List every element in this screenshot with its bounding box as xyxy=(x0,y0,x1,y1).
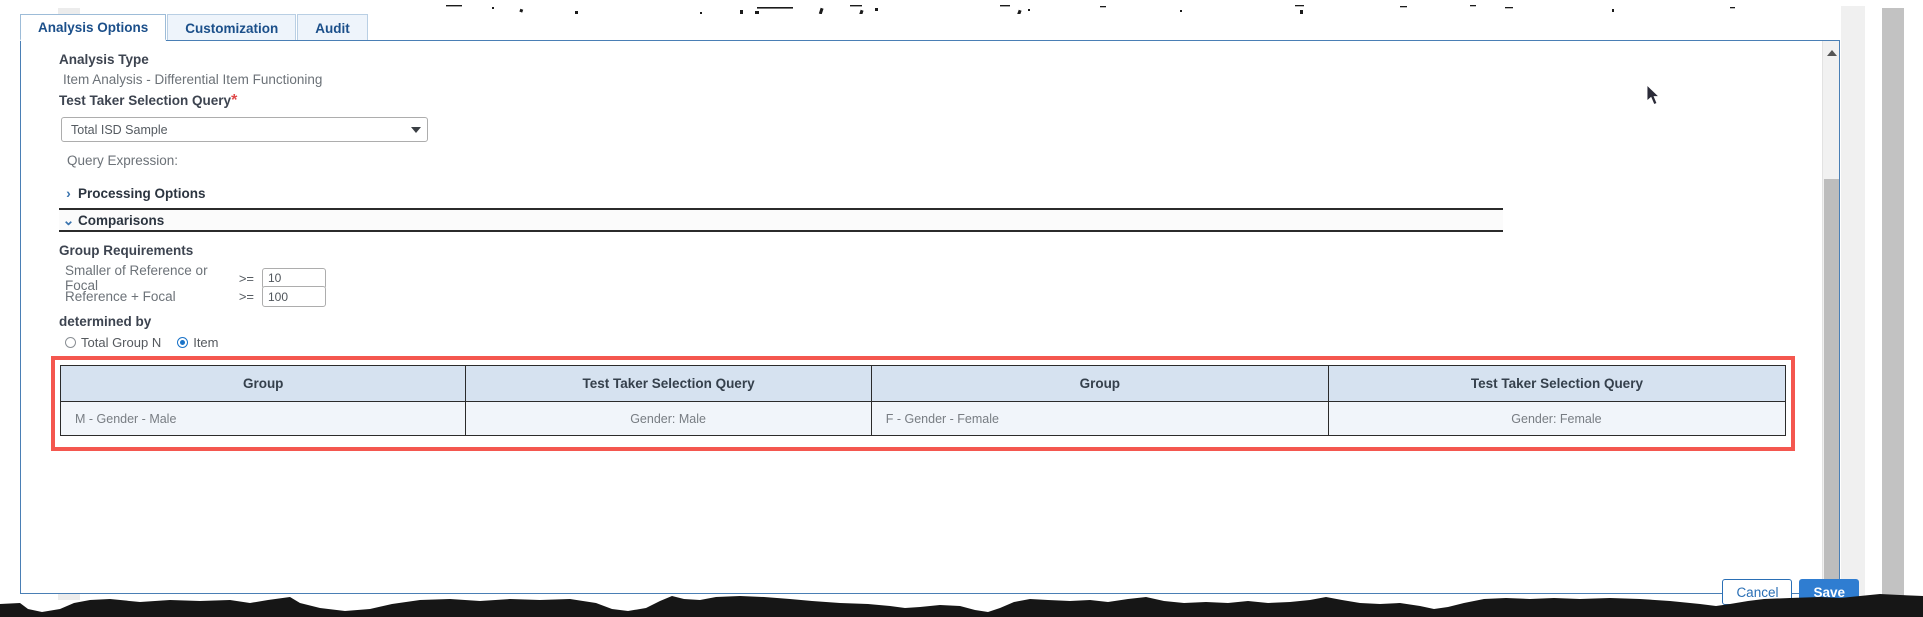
cell-query-reference: Gender: Male xyxy=(465,401,872,436)
col-header-query-focal[interactable]: Test Taker Selection Query xyxy=(1327,365,1787,402)
determined-by-label: determined by xyxy=(59,314,152,329)
tab-strip: Analysis Options Customization Audit xyxy=(20,13,369,41)
outer-scrollbar-thumb[interactable] xyxy=(1882,8,1904,600)
ttsq-label: Test Taker Selection Query xyxy=(59,93,232,108)
scrollbar-thumb[interactable] xyxy=(1824,179,1839,594)
required-asterisk: * xyxy=(231,92,238,109)
cancel-button[interactable]: Cancel xyxy=(1722,579,1793,605)
form-content: Analysis Type Item Analysis - Differenti… xyxy=(21,41,1822,593)
outer-scrollbar-track[interactable] xyxy=(1841,6,1865,602)
tab-customization-label: Customization xyxy=(185,20,279,36)
requirement-label: Reference + Focal xyxy=(65,289,176,304)
app-root: Analysis Options Customization Audit Ana… xyxy=(0,0,1923,617)
analysis-type-heading: Analysis Type xyxy=(59,52,149,67)
col-header-query-reference[interactable]: Test Taker Selection Query xyxy=(465,365,872,402)
panel-scroll-body: Analysis Type Item Analysis - Differenti… xyxy=(21,41,1822,593)
determined-by-radio-group: Total Group N Item xyxy=(65,335,235,350)
analysis-type-value: Item Analysis - Differential Item Functi… xyxy=(63,72,323,87)
chevron-down-icon xyxy=(405,126,427,133)
comparisons-table-body: M - Gender - Male Gender: Male F - Gende… xyxy=(59,401,1787,436)
chevron-down-icon: ⌄ xyxy=(62,211,75,228)
save-button-label: Save xyxy=(1813,584,1845,600)
query-expression-label: Query Expression: xyxy=(67,153,179,168)
top-edge-artifacts xyxy=(446,5,1735,14)
accordion-processing-options-label: Processing Options xyxy=(78,185,206,201)
accordion-comparisons[interactable]: ⌄ Comparisons xyxy=(59,208,1503,232)
table-header-row: Group Test Taker Selection Query Group T… xyxy=(59,365,1787,402)
requirement-operator: >= xyxy=(238,270,254,286)
tab-audit-label: Audit xyxy=(315,20,350,36)
reference-plus-focal-input[interactable] xyxy=(262,286,326,307)
cancel-button-label: Cancel xyxy=(1736,584,1779,600)
tab-analysis-options[interactable]: Analysis Options xyxy=(20,14,167,41)
comparisons-table-highlight: Group Test Taker Selection Query Group T… xyxy=(51,356,1795,451)
radio-selected-icon xyxy=(177,337,189,348)
comparisons-table: Group Test Taker Selection Query Group T… xyxy=(59,365,1787,436)
panel-vertical-scrollbar[interactable] xyxy=(1822,41,1840,594)
chevron-right-icon: › xyxy=(66,185,71,201)
ttsq-select[interactable]: Total ISD Sample xyxy=(61,117,428,142)
comparisons-table-head: Group Test Taker Selection Query Group T… xyxy=(59,365,1787,402)
col-header-group-reference[interactable]: Group xyxy=(59,365,467,402)
radio-item[interactable]: Item xyxy=(177,335,219,350)
accordion-processing-options[interactable]: › Processing Options xyxy=(59,182,1503,204)
radio-total-group-n[interactable]: Total Group N xyxy=(65,335,161,350)
tab-audit[interactable]: Audit xyxy=(297,14,368,41)
analysis-options-panel: Analysis Type Item Analysis - Differenti… xyxy=(20,40,1840,594)
cell-query-focal: Gender: Female xyxy=(1327,401,1787,436)
triangle-up-icon[interactable] xyxy=(1823,46,1840,60)
radio-icon xyxy=(65,337,76,348)
group-requirements-heading: Group Requirements xyxy=(59,243,194,258)
ttsq-select-value: Total ISD Sample xyxy=(71,122,168,137)
col-header-group-focal[interactable]: Group xyxy=(870,365,1329,402)
accordion-comparisons-label: Comparisons xyxy=(78,212,165,228)
ttsq-label-wrap: Test Taker Selection Query* xyxy=(59,92,237,110)
radio-item-label: Item xyxy=(193,335,219,350)
cell-group-reference: M - Gender - Male xyxy=(59,401,467,436)
save-button[interactable]: Save xyxy=(1799,579,1859,605)
requirement-operator: >= xyxy=(238,289,254,304)
cell-group-focal: F - Gender - Female xyxy=(870,401,1329,436)
tab-customization[interactable]: Customization xyxy=(167,14,297,41)
requirement-row-reference-plus-focal: Reference + Focal >= xyxy=(65,286,326,307)
radio-total-group-n-label: Total Group N xyxy=(81,335,162,350)
table-row[interactable]: M - Gender - Male Gender: Male F - Gende… xyxy=(59,401,1787,436)
tab-analysis-options-label: Analysis Options xyxy=(38,19,149,35)
dialog-footer: Cancel Save xyxy=(1722,579,1859,605)
